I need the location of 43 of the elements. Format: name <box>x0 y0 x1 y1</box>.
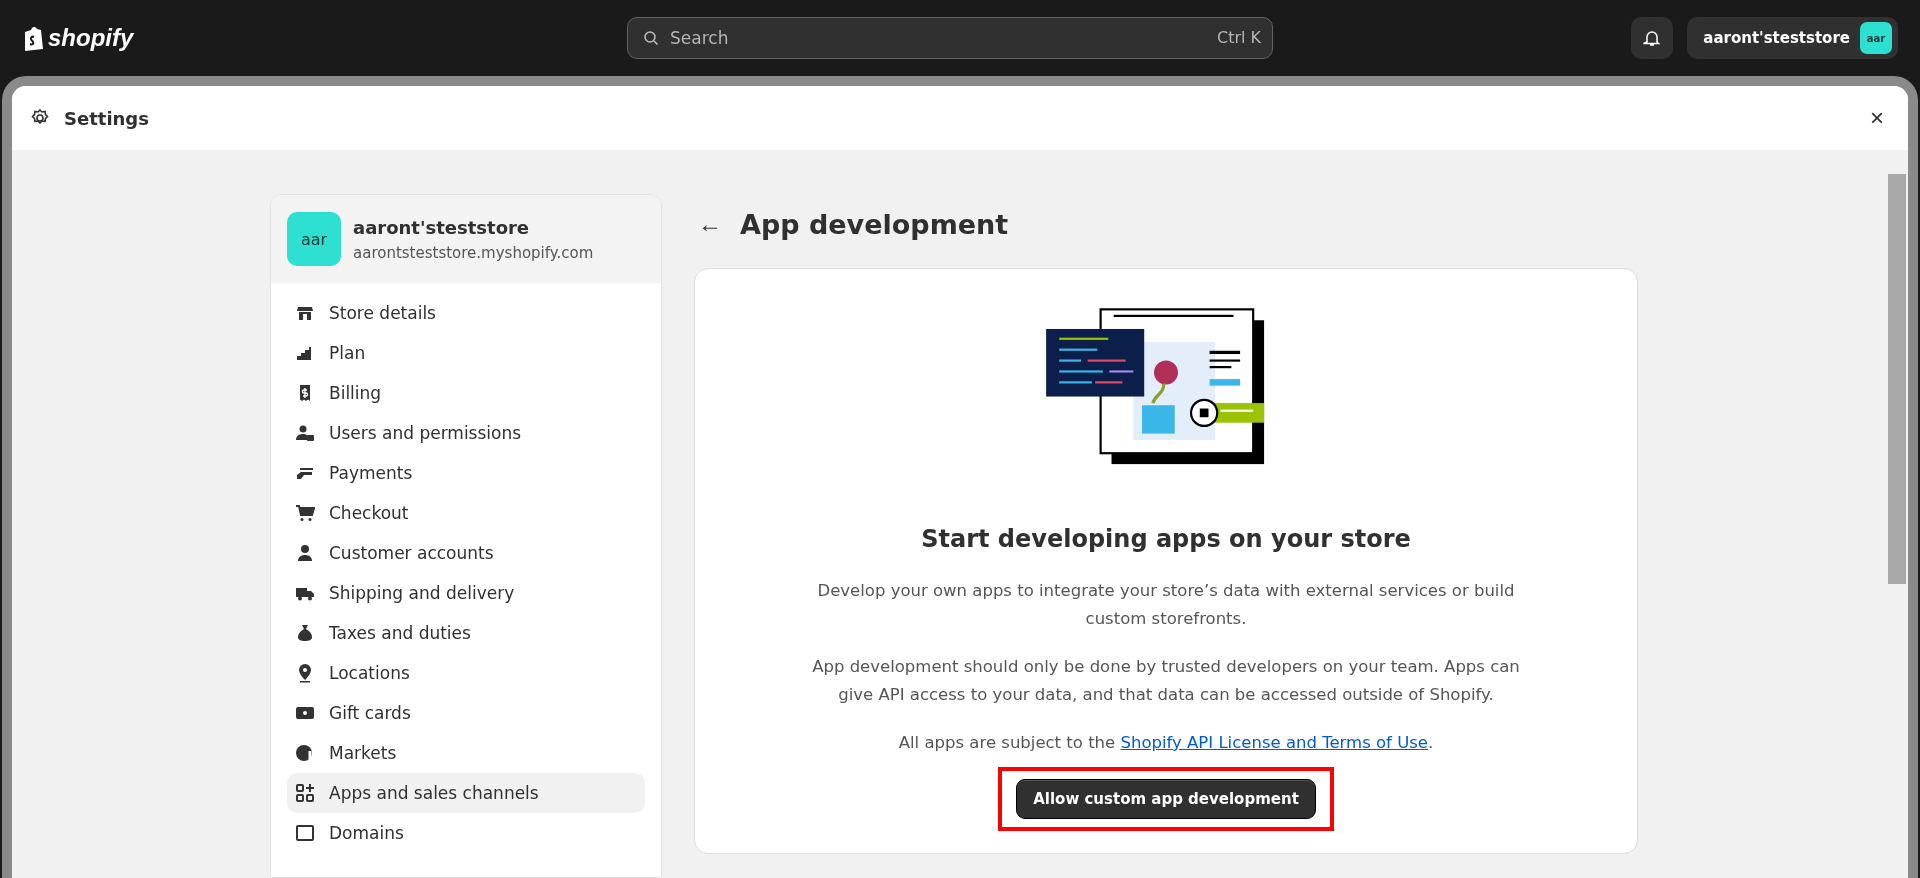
shopify-logo-text[interactable]: shopify <box>48 24 134 52</box>
sidebar-item[interactable]: Plan <box>287 333 645 373</box>
close-button[interactable]: × <box>1864 103 1890 133</box>
store-name: aaront'steststore <box>353 216 531 238</box>
bell-icon <box>1643 29 1662 47</box>
sidebar-item[interactable]: Billing <box>287 373 645 413</box>
sidebar-item[interactable]: Taxes and duties <box>287 613 645 653</box>
sidebar-item[interactable]: Gift cards <box>287 693 645 733</box>
allow-custom-app-development-button[interactable]: Allow custom app development <box>1016 779 1316 819</box>
menu-item-icon <box>295 783 315 803</box>
description-text: Develop your own apps to integrate your store’s data with external services or build custom storefronts. <box>816 580 1516 630</box>
terms-link[interactable]: Shopify API License and Terms of Use <box>1120 733 1428 752</box>
menu-item-icon <box>295 743 315 763</box>
search-icon <box>643 30 659 46</box>
notifications-button[interactable] <box>1631 17 1674 59</box>
menu-item-icon <box>295 423 315 443</box>
description-text: App development should only be done by trusted developers on your team. Apps can give API access to your data, and that data can be accessed outside of Shopify. <box>811 656 1521 706</box>
menu-item-icon <box>295 503 315 523</box>
sidebar-item[interactable]: Locations <box>287 653 645 693</box>
menu-item-icon <box>295 623 315 643</box>
scrollbar-thumb[interactable] <box>1888 174 1906 584</box>
store-avatar: aar <box>1860 22 1892 54</box>
store-avatar: aar <box>287 212 341 266</box>
sidebar-item[interactable]: Markets <box>287 733 645 773</box>
menu-item-icon <box>295 543 315 563</box>
store-domain: aarontsteststore.myshopify.com <box>353 243 594 262</box>
terms-text: All apps are subject to the Shopify API License and Terms of Use. <box>898 732 1434 754</box>
modal-title: Settings <box>64 107 149 129</box>
sidebar-item[interactable]: Domains <box>287 813 645 853</box>
back-button[interactable]: ← <box>694 210 726 238</box>
keyboard-shortcut: Ctrl K <box>1216 28 1261 47</box>
sidebar-item[interactable]: Apps and sales channels <box>287 773 645 813</box>
sidebar-item[interactable]: Store details <box>287 293 645 333</box>
page-title: App development <box>740 208 1009 240</box>
sidebar-item[interactable]: Shipping and delivery <box>287 573 645 613</box>
sidebar-item[interactable]: Users and permissions <box>287 413 645 453</box>
sidebar-item[interactable]: Checkout <box>287 493 645 533</box>
menu-item-icon <box>295 823 315 843</box>
sidebar-item[interactable]: Payments <box>287 453 645 493</box>
store-menu-button[interactable]: aaront'steststore aar <box>1687 17 1898 59</box>
sidebar-item[interactable]: Customer accounts <box>287 533 645 573</box>
shopping-bag-logo-icon <box>22 25 44 51</box>
card-heading: Start developing apps on your store <box>921 525 1411 553</box>
